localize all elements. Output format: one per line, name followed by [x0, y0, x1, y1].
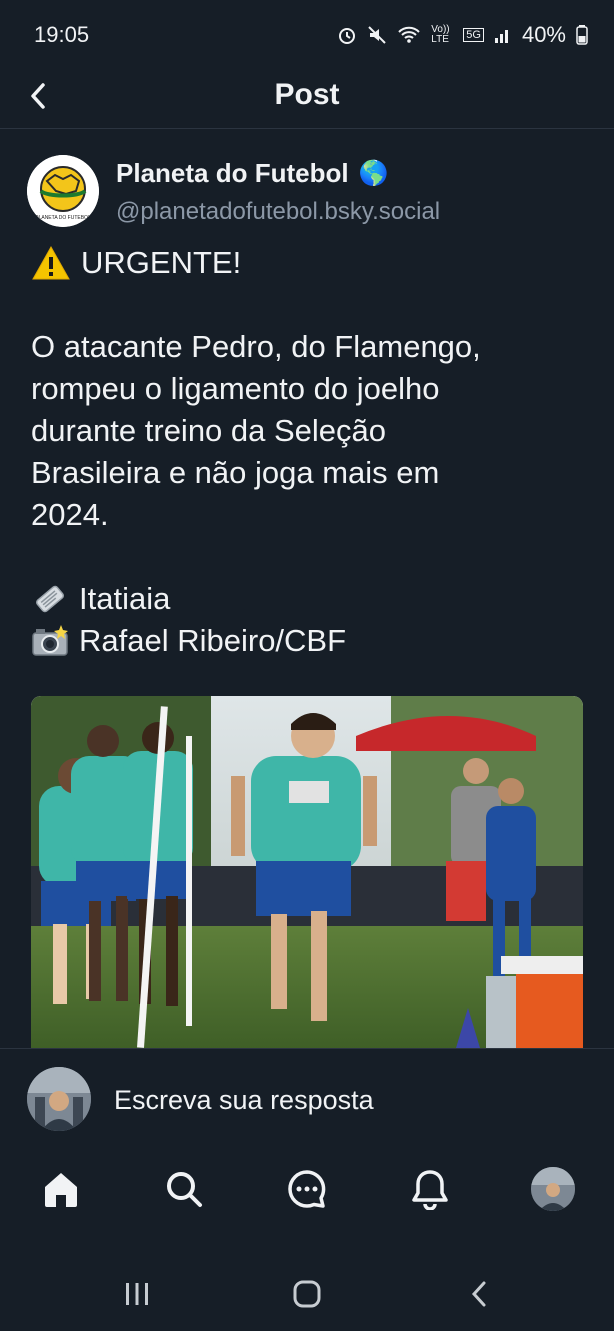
status-icons: Vo)) LTE 5G 40% — [337, 22, 588, 48]
5g-label: 5G — [463, 28, 484, 42]
nav-profile[interactable] — [523, 1159, 583, 1219]
credit-line: Rafael Ribeiro/CBF — [31, 620, 591, 662]
back-chevron-icon — [471, 1281, 486, 1307]
author-name-text: Planeta do Futebol — [116, 158, 349, 188]
svg-text:PLANETA DO FUTEBOL: PLANETA DO FUTEBOL — [35, 215, 91, 221]
nav-chat[interactable] — [277, 1159, 337, 1219]
reply-bar[interactable]: Escreva sua resposta — [0, 1048, 614, 1144]
camera-flash-icon — [32, 625, 68, 656]
source-text: Itatiaia — [79, 581, 171, 616]
page-title: Post — [274, 78, 340, 111]
battery-percent: 40% — [521, 22, 566, 47]
newspaper-icon — [36, 585, 64, 613]
mute-icon — [368, 26, 386, 44]
user-avatar — [27, 1067, 91, 1131]
battery-icon — [576, 25, 588, 45]
back-system-button[interactable] — [458, 1274, 502, 1314]
system-nav-bar — [0, 1250, 614, 1331]
author-avatar[interactable]: PLANETA DO FUTEBOL — [27, 155, 99, 227]
status-bar: 19:05 Vo)) LTE 5G 40% — [0, 0, 614, 70]
search-icon — [167, 1172, 203, 1207]
home-icon — [45, 1173, 78, 1207]
photo-credit: Rafael Ribeiro/CBF — [79, 623, 347, 658]
reply-input[interactable]: Escreva sua resposta — [114, 1085, 374, 1116]
training-photo — [31, 696, 583, 1048]
home-system-button[interactable] — [285, 1274, 329, 1314]
body-line: O atacante Pedro, do Flamengo, — [31, 329, 481, 364]
body-line: Brasileira e não joga mais em — [31, 455, 440, 490]
planeta-logo: PLANETA DO FUTEBOL — [27, 155, 99, 227]
source-line: Itatiaia — [31, 578, 591, 620]
bottom-nav — [0, 1143, 614, 1235]
profile-avatar — [530, 1167, 575, 1211]
nav-home[interactable] — [31, 1159, 91, 1219]
alarm-icon — [339, 28, 356, 44]
status-time: 19:05 — [34, 22, 90, 47]
header: Post — [0, 70, 614, 129]
author-name[interactable]: Planeta do Futebol 🌎 — [116, 158, 388, 189]
profile-avatar-image — [530, 1167, 575, 1211]
user-avatar-image — [27, 1067, 91, 1131]
nav-notifications[interactable] — [400, 1159, 460, 1219]
lte-label: Vo)) LTE — [431, 24, 450, 45]
warning-icon — [32, 245, 70, 280]
post-body: URGENTE! O atacante Pedro, do Flamengo, … — [31, 242, 591, 662]
body-line: rompeu o ligamento do joelho — [31, 371, 440, 406]
post-image[interactable] — [31, 696, 583, 1048]
recent-apps-button[interactable] — [115, 1274, 159, 1314]
urgent-text: URGENTE! — [81, 245, 242, 280]
body-line: durante treino da Seleção — [31, 413, 387, 448]
bell-icon — [412, 1170, 448, 1210]
nav-search[interactable] — [154, 1159, 214, 1219]
signal-icon — [494, 30, 508, 43]
wifi-icon — [398, 26, 420, 43]
globe-emoji: 🌎 — [358, 160, 389, 187]
body-line: 2024. — [31, 497, 109, 532]
urgent-line: URGENTE! — [31, 242, 591, 284]
chat-icon — [288, 1170, 326, 1208]
home-circle-icon — [293, 1280, 321, 1308]
recent-apps-icon — [126, 1283, 148, 1305]
author-handle[interactable]: @planetadofutebol.bsky.social — [116, 198, 440, 226]
